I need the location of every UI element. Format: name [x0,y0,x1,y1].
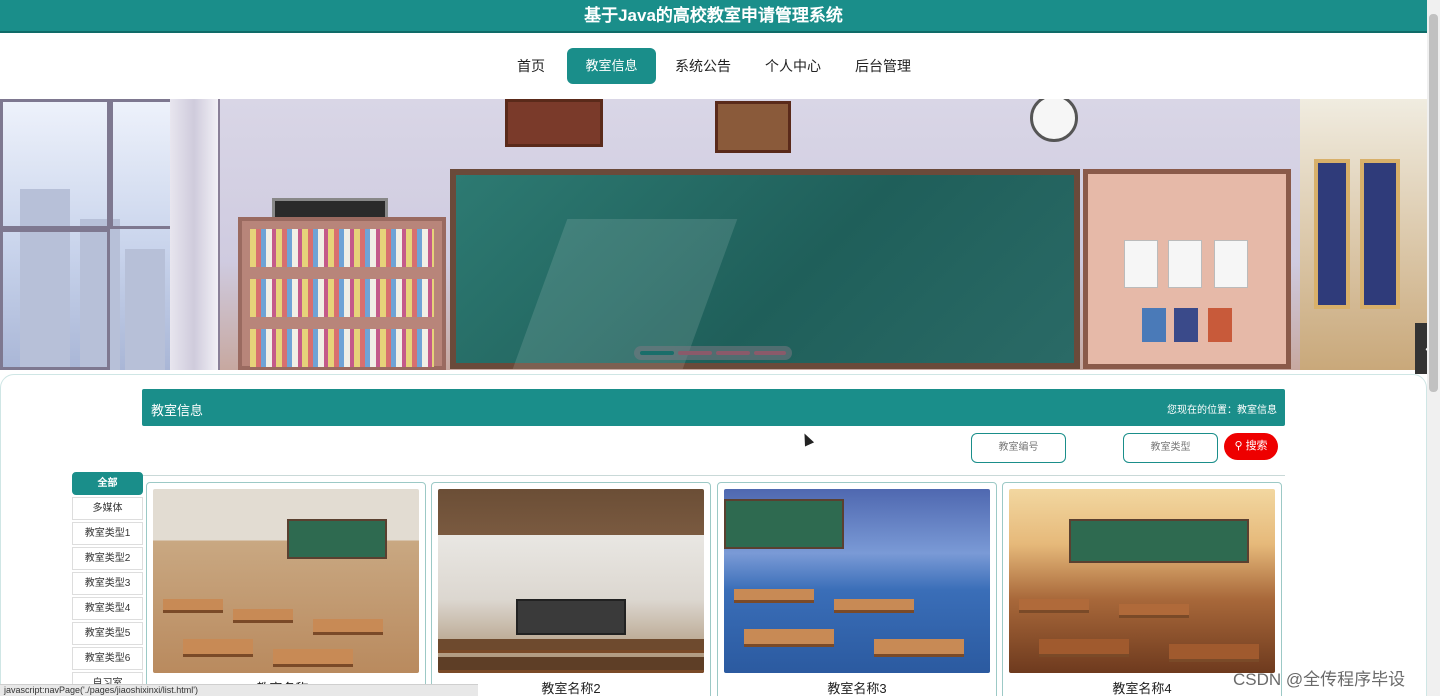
app-title: 基于Java的高校教室申请管理系统 [584,6,843,25]
banner-dot-4[interactable] [754,351,786,355]
banner-curtain [170,99,218,370]
main-nav: 首页 教室信息 系统公告 个人中心 后台管理 [0,33,1427,99]
nav-item-admin[interactable]: 后台管理 [847,48,919,84]
banner-dot-2[interactable] [678,351,712,355]
section-title: 教室信息 [151,403,204,418]
classroom-card[interactable]: 教室名称3 [717,482,997,696]
search-button[interactable]: ⚲ 搜索 [1224,433,1278,460]
banner-pagination[interactable] [634,346,792,360]
classroom-image[interactable] [153,489,419,673]
app-title-bar: 基于Java的高校教室申请管理系统 [0,0,1427,33]
banner-dot-1[interactable] [640,351,674,355]
nav-item-classroom-info[interactable]: 教室信息 [567,48,656,84]
banner-bookshelf [238,217,446,370]
section-header: 教室信息 您现在的位置：教室信息 [142,389,1285,426]
classroom-type-input[interactable]: 教室类型 [1123,433,1218,463]
banner-corkboard [1083,169,1291,369]
category-all[interactable]: 全部 [72,472,143,495]
category-type-2[interactable]: 教室类型2 [72,547,143,570]
classroom-image[interactable] [438,489,704,673]
classroom-name[interactable]: 教室名称3 [718,678,996,696]
nav-item-announcements[interactable]: 系统公告 [668,48,738,84]
classroom-card[interactable]: 教室名称2 [431,482,711,696]
banner-dot-3[interactable] [716,351,750,355]
breadcrumb: 您现在的位置：教室信息 [1167,405,1277,416]
category-type-6[interactable]: 教室类型6 [72,647,143,670]
category-type-3[interactable]: 教室类型3 [72,572,143,595]
classroom-number-input[interactable]: 教室编号 [971,433,1066,463]
classroom-card[interactable]: 教室名称1 [146,482,426,696]
divider [142,475,1285,476]
watermark: CSDN @全传程序毕设 [1233,670,1406,689]
search-button-label: 搜索 [1245,440,1268,452]
search-icon: ⚲ [1234,440,1243,452]
nav-item-personal-center[interactable]: 个人中心 [757,48,829,84]
category-type-1[interactable]: 教室类型1 [72,522,143,545]
page-scrollbar[interactable] [1427,0,1440,696]
category-type-5[interactable]: 教室类型5 [72,622,143,645]
classroom-image[interactable] [1009,489,1275,673]
hero-banner[interactable] [0,99,1427,370]
category-type-4[interactable]: 教室类型4 [72,597,143,620]
scrollbar-thumb[interactable] [1429,14,1438,392]
banner-speaker [715,101,791,153]
classroom-card[interactable]: 教室名称4 [1002,482,1282,696]
banner-door [1300,99,1427,370]
browser-status-bar: javascript:navPage('./pages/jiaoshixinxi… [0,684,478,696]
classroom-image[interactable] [724,489,990,673]
banner-frame [505,99,603,147]
banner-clock [1030,99,1078,142]
category-multimedia[interactable]: 多媒体 [72,497,143,520]
nav-item-home[interactable]: 首页 [506,48,556,84]
